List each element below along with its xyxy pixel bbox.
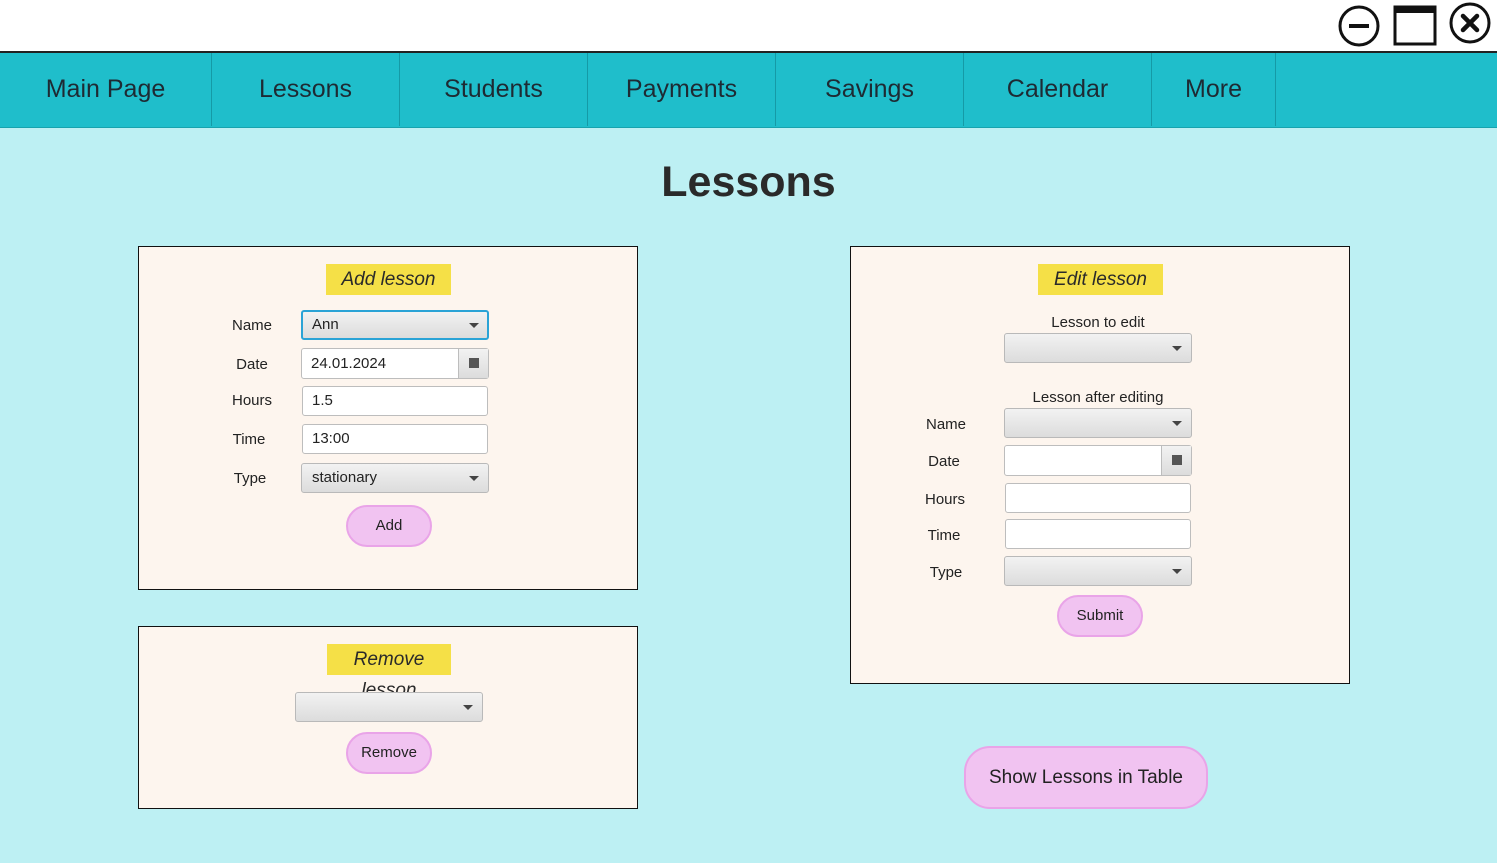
nav-item-payments[interactable]: Payments	[588, 53, 776, 126]
minimize-circle-icon[interactable]	[1337, 4, 1381, 48]
add-date-calendar-button[interactable]	[458, 349, 488, 378]
remove-lesson-panel: Remove lesson Remove	[138, 626, 638, 809]
nav-item-lessons[interactable]: Lessons	[212, 53, 400, 126]
edit-type-label: Type	[929, 564, 963, 581]
remove-lesson-combo[interactable]	[295, 692, 483, 722]
edit-hours-label: Hours	[924, 491, 965, 508]
edit-lesson-panel: Edit lesson Lesson to edit Lesson after …	[850, 246, 1350, 684]
add-name-value: Ann	[312, 316, 339, 333]
edit-date-calendar-button[interactable]	[1161, 446, 1191, 475]
edit-name-label: Name	[925, 416, 966, 433]
edit-name-combo[interactable]	[1004, 408, 1192, 438]
add-date-value: 24.01.2024	[311, 355, 387, 372]
edit-hours-input[interactable]	[1005, 483, 1191, 513]
chevron-down-icon	[1172, 421, 1182, 426]
add-button[interactable]: Add	[346, 505, 432, 547]
edit-time-input[interactable]	[1005, 519, 1191, 549]
show-lessons-table-button[interactable]: Show Lessons in Table	[964, 746, 1208, 809]
edit-type-combo[interactable]	[1004, 556, 1192, 586]
lesson-after-editing-label: Lesson after editing	[1032, 389, 1164, 406]
add-type-label: Type	[233, 470, 267, 487]
nav-item-more[interactable]: More	[1152, 53, 1276, 126]
calendar-icon	[469, 358, 479, 368]
add-lesson-title: Add lesson	[326, 264, 451, 295]
chevron-down-icon	[463, 705, 473, 710]
add-date-label: Date	[236, 356, 268, 373]
calendar-icon	[1172, 455, 1182, 465]
add-hours-input[interactable]: 1.5	[302, 386, 488, 416]
edit-date-picker[interactable]	[1004, 445, 1192, 476]
edit-lesson-title: Edit lesson	[1038, 264, 1163, 295]
add-date-picker[interactable]: 24.01.2024	[301, 348, 489, 379]
remove-button[interactable]: Remove	[346, 732, 432, 774]
window-titlebar	[0, 0, 1497, 53]
lesson-to-edit-combo[interactable]	[1004, 333, 1192, 363]
lesson-to-edit-label: Lesson to edit	[1051, 314, 1145, 331]
submit-button[interactable]: Submit	[1057, 595, 1143, 637]
add-type-value: stationary	[312, 469, 378, 486]
add-name-label: Name	[231, 317, 272, 334]
add-type-combo[interactable]: stationary	[301, 463, 489, 493]
add-time-label: Time	[232, 431, 266, 448]
edit-time-label: Time	[927, 527, 961, 544]
chevron-down-icon	[1172, 346, 1182, 351]
chevron-down-icon	[1172, 569, 1182, 574]
nav-item-main-page[interactable]: Main Page	[0, 53, 212, 126]
remove-lesson-title: Remove lesson	[327, 644, 451, 701]
main-navbar: Main Page Lessons Students Payments Savi…	[0, 53, 1497, 128]
nav-item-savings[interactable]: Savings	[776, 53, 964, 126]
nav-item-students[interactable]: Students	[400, 53, 588, 126]
chevron-down-icon	[469, 476, 479, 481]
add-lesson-panel: Add lesson Name Ann Date 24.01.2024 Hour…	[138, 246, 638, 590]
add-time-input[interactable]: 13:00	[302, 424, 488, 454]
add-hours-label: Hours	[231, 392, 272, 409]
edit-date-label: Date	[928, 453, 960, 470]
close-circle-icon[interactable]	[1448, 1, 1492, 45]
page-title: Lessons	[661, 158, 836, 206]
chevron-down-icon	[469, 323, 479, 328]
add-name-combo[interactable]: Ann	[301, 310, 489, 340]
window-maximize-icon[interactable]	[1392, 4, 1438, 48]
nav-item-calendar[interactable]: Calendar	[964, 53, 1152, 126]
